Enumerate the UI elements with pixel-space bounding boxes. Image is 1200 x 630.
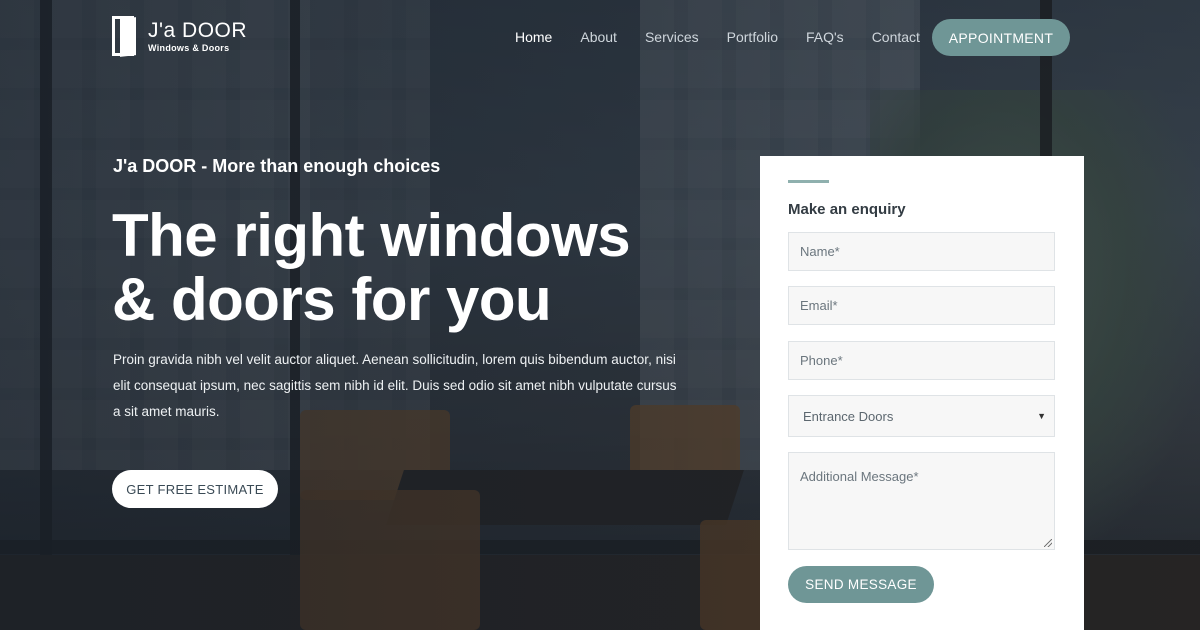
hero-title: The right windows & doors for you xyxy=(112,204,712,332)
hero-title-line: & doors for you xyxy=(112,266,552,333)
email-placeholder: Email* xyxy=(800,298,838,313)
hero-title-line: The right windows xyxy=(112,202,631,269)
enquiry-title: Make an enquiry xyxy=(788,201,906,218)
site-logo[interactable]: J'a DOOR Windows & Doors xyxy=(112,16,247,57)
nav-item-portfolio[interactable]: Portfolio xyxy=(727,29,778,45)
phone-placeholder: Phone* xyxy=(800,353,843,368)
nav-item-faqs[interactable]: FAQ's xyxy=(806,29,844,45)
brand-tagline: Windows & Doors xyxy=(148,42,230,53)
hero-description: Proin gravida nibh vel velit auctor aliq… xyxy=(113,352,677,419)
resize-handle-icon[interactable] xyxy=(1044,539,1052,547)
nav-item-services[interactable]: Services xyxy=(645,29,699,45)
phone-field[interactable]: Phone* xyxy=(788,341,1055,380)
door-logo-icon xyxy=(112,16,140,57)
title-accent-line xyxy=(788,180,829,183)
hero-kicker: J'a DOOR - More than enough choices xyxy=(113,156,441,176)
logo-text: J'a DOOR Windows & Doors xyxy=(148,20,247,53)
nav-item-contact[interactable]: Contact xyxy=(872,29,920,45)
nav-item-home[interactable]: Home xyxy=(515,29,552,45)
email-field[interactable]: Email* xyxy=(788,286,1055,325)
service-select[interactable]: Entrance Doors ▼ xyxy=(788,395,1055,437)
nav-item-about[interactable]: About xyxy=(580,29,617,45)
caret-down-icon: ▼ xyxy=(1037,411,1046,421)
message-textarea[interactable]: Additional Message* xyxy=(788,452,1055,550)
get-free-estimate-button[interactable]: GET FREE ESTIMATE xyxy=(112,470,278,508)
main-navigation: Home About Services Portfolio FAQ's Cont… xyxy=(515,29,948,45)
appointment-button[interactable]: APPOINTMENT xyxy=(932,19,1070,56)
send-message-button[interactable]: SEND MESSAGE xyxy=(788,566,934,603)
name-field[interactable]: Name* xyxy=(788,232,1055,271)
brand-name: J'a DOOR xyxy=(148,18,248,42)
message-placeholder: Additional Message* xyxy=(800,469,919,484)
enquiry-form: Make an enquiry Name* Email* Phone* Entr… xyxy=(760,156,1084,630)
name-placeholder: Name* xyxy=(800,244,840,259)
service-select-value: Entrance Doors xyxy=(803,408,894,424)
